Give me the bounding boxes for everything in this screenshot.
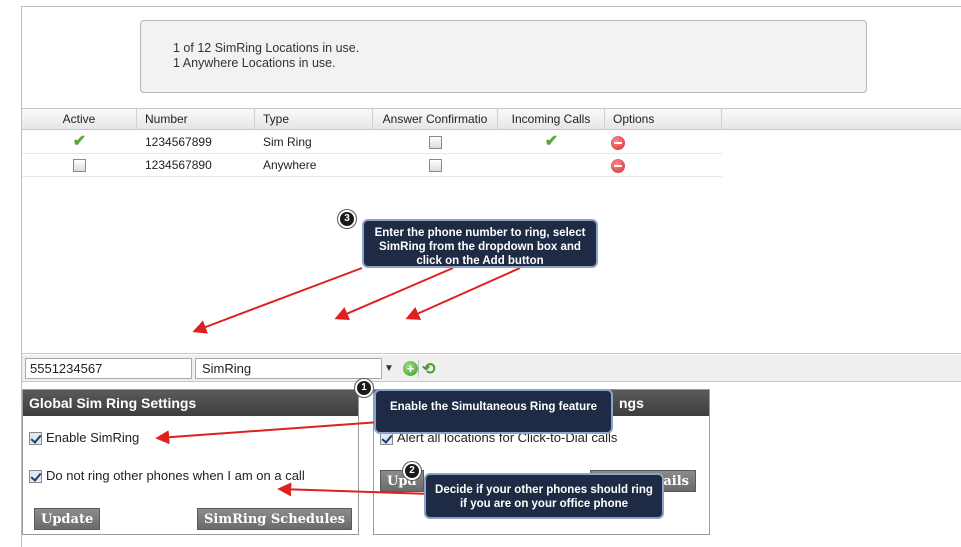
add-location-bar: SimRing ▼ + ⟲	[22, 355, 961, 382]
column-header-active[interactable]: Active	[22, 109, 137, 129]
grid-header: Active Number Type Answer Confirmatio In…	[22, 109, 961, 130]
callout-step-1: Enable the Simultaneous Ring feature	[374, 389, 613, 434]
row-type: Anywhere	[263, 158, 317, 172]
simring-schedules-button[interactable]: SimRing Schedules	[197, 508, 352, 530]
enable-simring-label: Enable SimRing	[46, 430, 140, 445]
type-select-value: SimRing	[202, 361, 252, 376]
answer-confirmation-checkbox[interactable]	[429, 159, 442, 173]
type-select[interactable]: SimRing ▼	[195, 358, 394, 379]
column-header-options[interactable]: Options	[605, 109, 722, 129]
table-row[interactable]: ✔ 1234567899 Sim Ring ✔	[22, 131, 722, 154]
do-not-ring-checkbox[interactable]	[29, 470, 42, 484]
step-badge-2: 2	[403, 462, 421, 480]
remove-icon[interactable]	[611, 135, 625, 150]
checkmark-icon[interactable]: ✔	[545, 133, 558, 150]
alert-locations-checkbox[interactable]	[380, 432, 393, 446]
toolbar-divider	[418, 360, 419, 377]
chevron-down-icon[interactable]: ▼	[382, 360, 396, 377]
do-not-ring-label: Do not ring other phones when I am on a …	[46, 468, 305, 483]
column-header-answer-confirmation[interactable]: Answer Confirmatio	[373, 109, 498, 129]
step-badge-3: 3	[338, 210, 356, 228]
global-sim-ring-settings-panel: Global Sim Ring Settings Enable SimRing …	[22, 389, 359, 535]
locations-summary: 1 of 12 SimRing Locations in use. 1 Anyw…	[140, 20, 867, 93]
refresh-icon[interactable]: ⟲	[422, 359, 435, 379]
row-type: Sim Ring	[263, 135, 312, 149]
panel-title: Global Sim Ring Settings	[23, 390, 358, 416]
anywhere-locations-count: 1 Anywhere Locations in use.	[173, 56, 336, 70]
column-header-number[interactable]: Number	[137, 109, 255, 129]
answer-confirmation-checkbox[interactable]	[429, 136, 442, 150]
row-number: 1234567890	[145, 158, 212, 172]
enable-simring-checkbox[interactable]	[29, 432, 42, 446]
row-number: 1234567899	[145, 135, 212, 149]
phone-number-input[interactable]	[25, 358, 192, 379]
add-icon[interactable]: +	[403, 361, 418, 376]
do-not-ring-row[interactable]: Do not ring other phones when I am on a …	[29, 468, 305, 484]
column-header-incoming-calls[interactable]: Incoming Calls	[498, 109, 605, 129]
table-row[interactable]: 1234567890 Anywhere	[22, 154, 722, 177]
step-badge-1: 1	[355, 379, 373, 397]
remove-icon[interactable]	[611, 158, 625, 173]
update-button[interactable]: Update	[34, 508, 101, 530]
simring-locations-count: 1 of 12 SimRing Locations in use.	[173, 41, 360, 55]
active-checkbox[interactable]	[73, 159, 86, 173]
callout-step-3: Enter the phone number to ring, select S…	[362, 219, 598, 268]
column-header-type[interactable]: Type	[255, 109, 373, 129]
callout-step-2: Decide if your other phones should ring …	[424, 473, 664, 519]
checkmark-icon[interactable]: ✔	[73, 133, 86, 150]
enable-simring-row[interactable]: Enable SimRing	[29, 430, 140, 446]
